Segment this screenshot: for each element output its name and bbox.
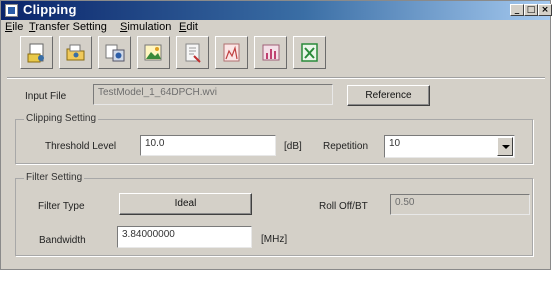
minimize-button[interactable]: _ [510, 4, 524, 16]
image-icon [144, 44, 162, 61]
settings-icon [185, 43, 201, 63]
repetition-label: Repetition [323, 141, 369, 152]
reference-button[interactable]: Reference [347, 85, 430, 106]
toolbar [1, 36, 550, 74]
open-folder-button[interactable] [59, 36, 92, 69]
export-button[interactable] [98, 36, 131, 69]
menu-transfer-setting[interactable]: Transfer Setting [29, 20, 107, 34]
menu-file[interactable]: Eile [5, 20, 23, 34]
run-icon [301, 43, 318, 62]
threshold-unit: [dB] [284, 141, 302, 152]
bandwidth-label: Bandwidth [39, 235, 86, 246]
filter-type-button[interactable]: Ideal [119, 193, 252, 215]
image-button[interactable] [137, 36, 170, 69]
filter-setting-title: Filter Setting [24, 172, 85, 183]
menu-bar: Eile Transfer Setting Simulation Edit [1, 20, 550, 34]
toolbar-separator [7, 77, 545, 79]
spectrum-button[interactable] [215, 36, 248, 69]
settings-button[interactable] [176, 36, 209, 69]
window-title: Clipping [23, 2, 77, 17]
menu-edit[interactable]: Edit [179, 20, 198, 34]
title-bar[interactable]: Clipping _ □ × [1, 1, 552, 20]
filter-type-label: Filter Type [38, 201, 85, 212]
input-file-label: Input File [25, 91, 67, 102]
open-file-button[interactable] [20, 36, 53, 69]
bandwidth-input[interactable]: 3.84000000 [117, 226, 252, 248]
chart-icon [262, 44, 280, 61]
roll-off-input: 0.50 [390, 194, 530, 215]
open-folder-icon [66, 44, 85, 61]
app-icon [5, 4, 18, 17]
threshold-level-input[interactable]: 10.0 [140, 135, 276, 156]
export-icon [105, 44, 125, 62]
spectrum-icon [223, 43, 240, 62]
run-button[interactable] [293, 36, 326, 69]
clipping-window: Clipping _ □ × Eile Transfer Setting Sim… [0, 0, 552, 270]
threshold-level-label: Threshold Level [45, 141, 117, 152]
menu-simulation[interactable]: Simulation [120, 20, 171, 34]
clipping-setting-title: Clipping Setting [24, 113, 99, 124]
input-file-field[interactable]: TestModel_1_64DPCH.wvi [93, 84, 333, 105]
repetition-value: 10 [389, 138, 401, 149]
close-button[interactable]: × [538, 4, 552, 16]
maximize-button[interactable]: □ [524, 4, 538, 16]
repetition-select[interactable]: 10 [384, 135, 515, 158]
bandwidth-unit: [MHz] [261, 234, 288, 245]
roll-off-label: Roll Off/BT [319, 201, 368, 212]
open-file-icon [27, 43, 44, 63]
chevron-down-icon[interactable] [497, 137, 513, 156]
chart-button[interactable] [254, 36, 287, 69]
